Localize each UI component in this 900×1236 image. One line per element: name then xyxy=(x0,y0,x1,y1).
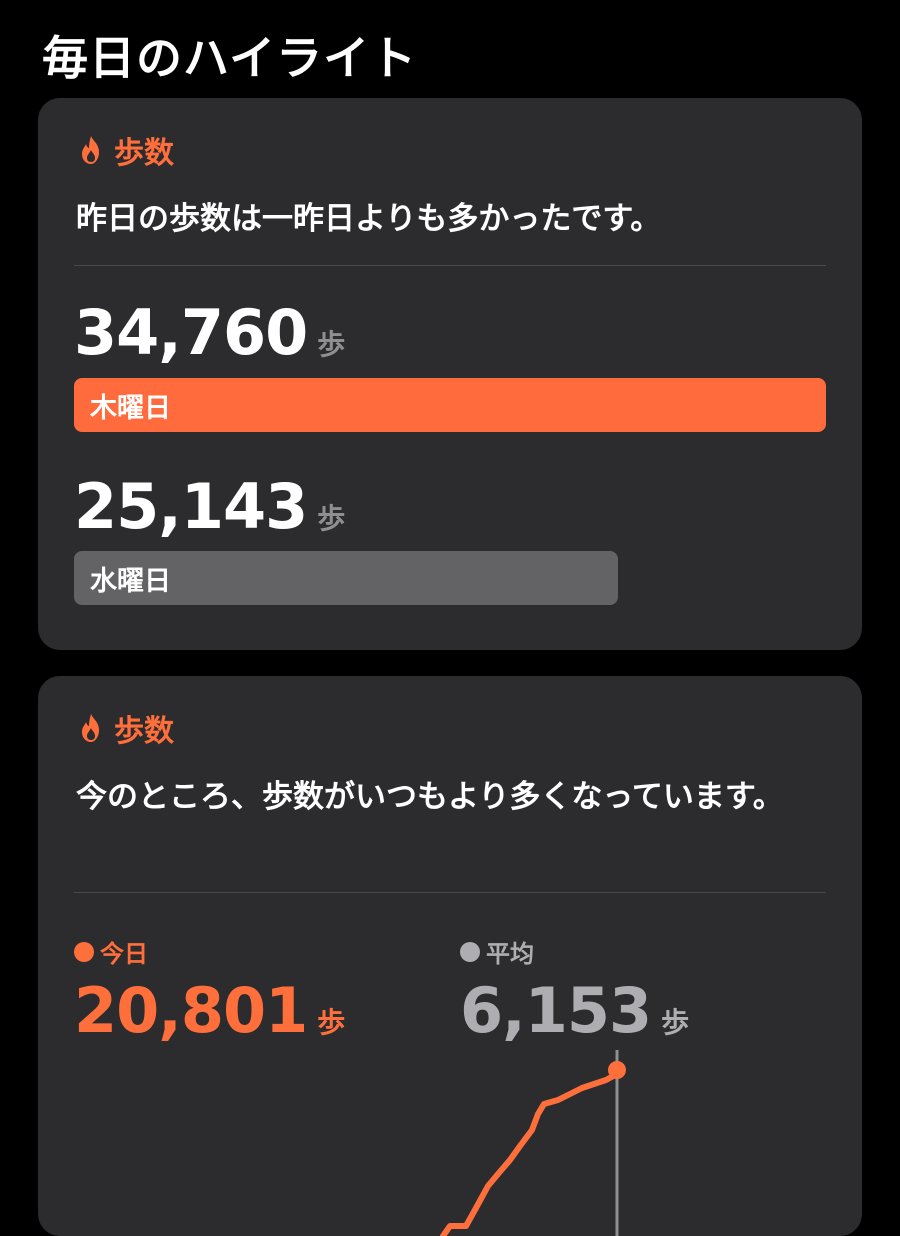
current-day-label: 木曜日 xyxy=(90,392,171,424)
current-steps-unit: 歩 xyxy=(317,328,346,361)
card-header: 歩数 xyxy=(78,128,174,172)
card-message: 昨日の歩数は一昨日よりも多かったです。 xyxy=(76,201,662,237)
flame-icon xyxy=(82,136,99,164)
today-steps-line xyxy=(440,1071,620,1236)
today-dot-icon xyxy=(74,941,94,962)
divider xyxy=(74,265,826,266)
previous-day-label: 水曜日 xyxy=(90,565,171,597)
cumulative-steps-chart xyxy=(440,1050,626,1236)
today-steps-unit: 歩 xyxy=(317,1006,346,1039)
divider xyxy=(74,892,826,893)
current-steps-number: 34,760 xyxy=(74,296,308,369)
steps-trend-card[interactable]: 歩数 今のところ、歩数がいつもより多くなっています。 今日 平均 20,801 … xyxy=(38,676,862,1236)
card-header: 歩数 xyxy=(78,706,174,750)
previous-steps-number: 25,143 xyxy=(74,470,308,543)
average-dot-icon xyxy=(460,941,480,962)
today-legend-label: 今日 xyxy=(100,940,148,968)
card-message: 今のところ、歩数がいつもより多くなっています。 xyxy=(76,779,784,815)
average-legend-label: 平均 xyxy=(486,940,534,968)
today-legend: 今日 xyxy=(74,934,148,969)
previous-steps-unit: 歩 xyxy=(317,502,346,535)
today-current-point xyxy=(608,1061,626,1079)
previous-steps-value: 25,143 歩 xyxy=(74,470,345,543)
card-category: 歩数 xyxy=(114,136,174,171)
average-legend: 平均 xyxy=(460,934,534,969)
steps-comparison-card[interactable]: 歩数 昨日の歩数は一昨日よりも多かったです。 34,760 歩 木曜日 25,1… xyxy=(38,98,862,650)
current-steps-value: 34,760 歩 xyxy=(74,296,345,369)
flame-icon xyxy=(82,714,99,742)
previous-day-bar: 水曜日 xyxy=(74,551,618,605)
average-steps-unit: 歩 xyxy=(661,1006,690,1039)
current-day-bar: 木曜日 xyxy=(74,378,826,432)
card-category: 歩数 xyxy=(114,714,174,749)
page-title: 毎日のハイライト xyxy=(42,31,418,85)
